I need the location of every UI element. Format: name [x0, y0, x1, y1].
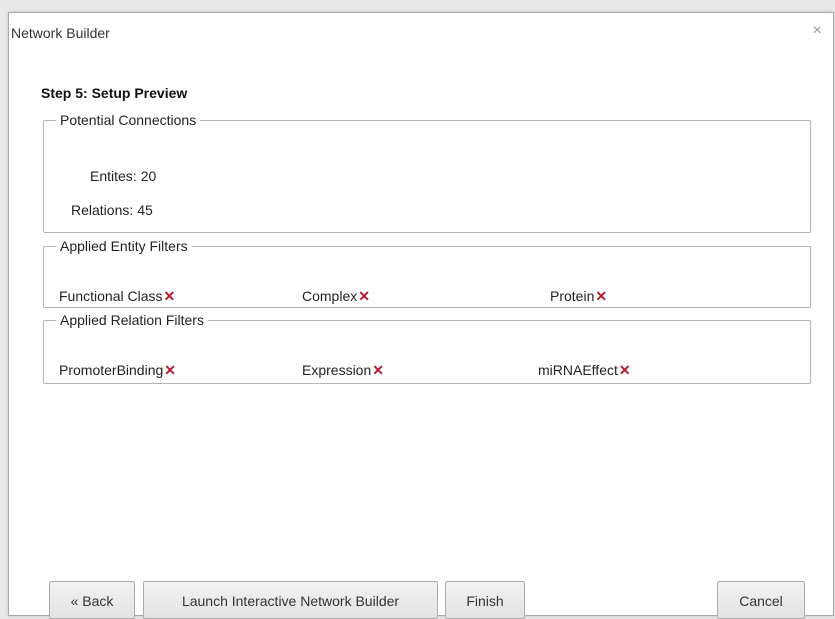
step-title: Step 5: Setup Preview [41, 85, 188, 101]
entity-filters-legend: Applied Entity Filters [60, 238, 188, 254]
cancel-button[interactable]: Cancel [717, 581, 805, 619]
filter-label: miRNAEffect [538, 362, 618, 378]
relation-filter-expression: Expression✕ [302, 362, 384, 379]
entities-label: Entites: [90, 168, 137, 184]
title-bar: Network Builder × [9, 13, 833, 53]
filter-label: Protein [550, 288, 595, 304]
entity-filter-complex: Complex✕ [302, 288, 370, 305]
relation-filters-group: Applied Relation Filters PromoterBinding… [43, 312, 811, 384]
window-title: Network Builder [11, 25, 110, 41]
finish-button[interactable]: Finish [445, 581, 525, 619]
potential-connections-group: Potential Connections Entites: 20 Relatio… [43, 112, 811, 233]
launch-interactive-network-builder-button[interactable]: Launch Interactive Network Builder [143, 581, 438, 619]
relation-filters-legend: Applied Relation Filters [60, 312, 204, 328]
relations-label: Relations: [71, 202, 134, 218]
remove-filter-icon[interactable]: ✕ [164, 288, 176, 305]
filter-label: Expression [302, 362, 372, 378]
relations-stat: Relations: 45 [71, 202, 153, 218]
entities-stat: Entites: 20 [90, 168, 156, 184]
remove-filter-icon[interactable]: ✕ [619, 362, 631, 379]
entities-value: 20 [140, 168, 157, 184]
remove-filter-icon[interactable]: ✕ [164, 362, 176, 379]
remove-filter-icon[interactable]: ✕ [595, 288, 607, 305]
remove-filter-icon[interactable]: ✕ [358, 288, 370, 305]
filter-label: Functional Class [59, 288, 163, 304]
relation-filter-mirnaeffect: miRNAEffect✕ [538, 362, 631, 379]
entity-filter-protein: Protein✕ [550, 288, 607, 305]
filter-label: Complex [302, 288, 358, 304]
filter-label: PromoterBinding [59, 362, 164, 378]
relation-filter-promoterbinding: PromoterBinding✕ [59, 362, 176, 379]
network-builder-dialog: Network Builder × Step 5: Setup Preview … [8, 12, 834, 619]
relations-value: 45 [137, 202, 153, 218]
entity-filter-functional-class: Functional Class✕ [59, 288, 175, 305]
back-button[interactable]: « Back [49, 581, 135, 619]
potential-connections-legend: Potential Connections [60, 112, 197, 128]
close-icon[interactable]: × [807, 21, 827, 41]
remove-filter-icon[interactable]: ✕ [372, 362, 384, 379]
entity-filters-group: Applied Entity Filters Functional Class✕… [43, 238, 811, 308]
